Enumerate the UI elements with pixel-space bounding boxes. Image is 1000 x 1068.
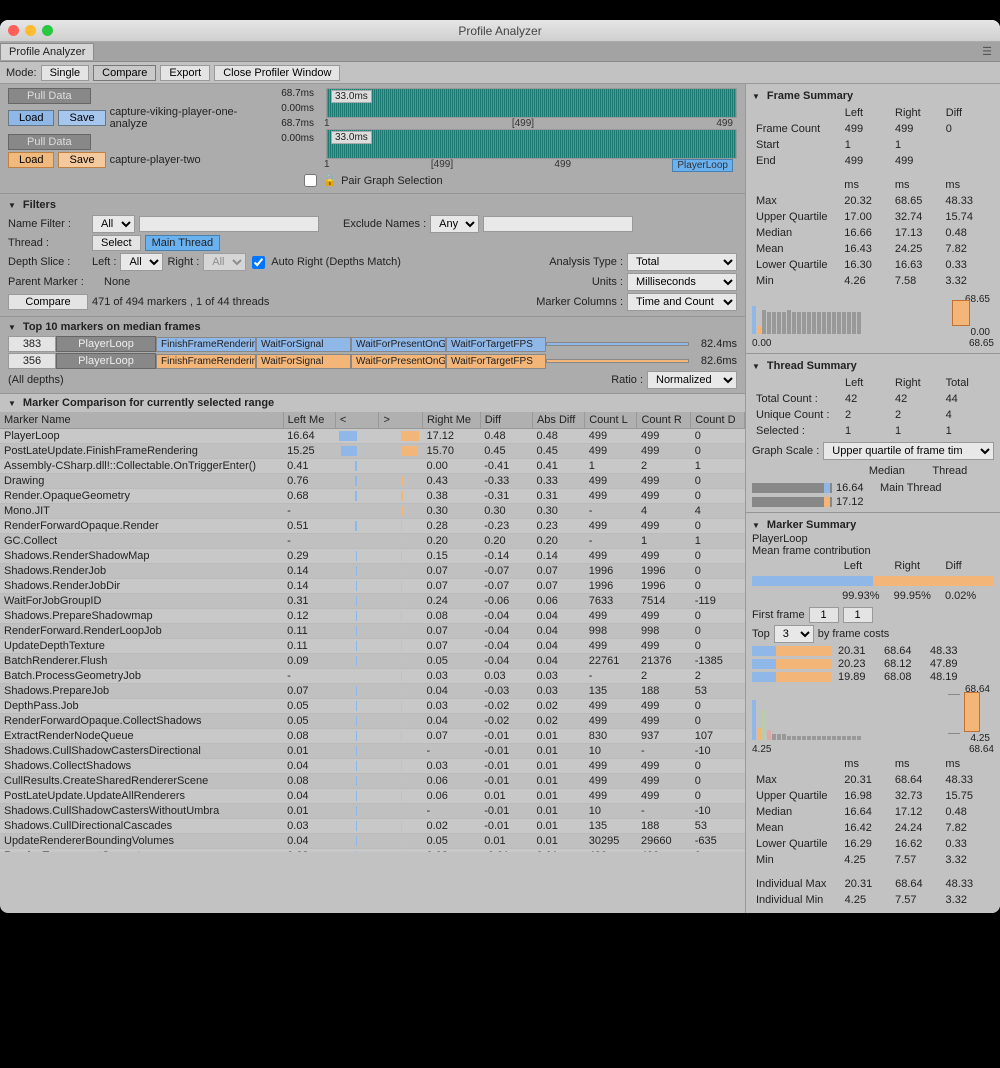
col-header[interactable]: Count R — [637, 412, 691, 429]
table-row[interactable]: GC.Collect- 0.200.200.20-11 — [0, 534, 745, 549]
pull-data-a[interactable]: Pull Data — [8, 88, 91, 104]
mode-label: Mode: — [6, 67, 37, 79]
table-row[interactable]: Render.TransparentGeometry0.03 0.02-0.01… — [0, 849, 745, 853]
col-header[interactable]: Abs Diff — [532, 412, 584, 429]
thread-select[interactable]: Select — [92, 235, 141, 251]
filters-head[interactable]: Filters — [8, 197, 737, 213]
frame-summary-head[interactable]: Frame Summary — [752, 88, 994, 104]
tab-profile-analyzer[interactable]: Profile Analyzer — [0, 43, 94, 60]
first-frame-l[interactable]: 1 — [809, 607, 839, 623]
table-row[interactable]: Shadows.CullShadowCastersDirectional0.01… — [0, 744, 745, 759]
col-header[interactable]: Right Me — [422, 412, 480, 429]
top-markers-panel: Top 10 markers on median frames 383Playe… — [0, 316, 745, 393]
table-row[interactable]: Shadows.CullDirectionalCascades0.03 0.02… — [0, 819, 745, 834]
table-row[interactable]: Assembly-CSharp.dll!::Collectable.OnTrig… — [0, 459, 745, 474]
col-header[interactable]: Count L — [585, 412, 637, 429]
marker-columns[interactable]: Time and Count — [627, 293, 737, 311]
mode-compare[interactable]: Compare — [93, 65, 156, 81]
save-a[interactable]: Save — [58, 110, 105, 126]
load-b[interactable]: Load — [8, 152, 54, 168]
exclude-input[interactable] — [483, 216, 633, 232]
timeline-a[interactable]: 33.0ms — [326, 88, 737, 118]
depth-left[interactable]: All — [120, 253, 163, 271]
units-select[interactable]: Milliseconds — [627, 273, 737, 291]
tab-menu-icon[interactable]: ☰ — [974, 45, 1000, 58]
col-header[interactable]: Left Me — [283, 412, 335, 429]
ratio-select[interactable]: Normalized — [647, 371, 737, 389]
export-button[interactable]: Export — [160, 65, 210, 81]
save-b[interactable]: Save — [58, 152, 105, 168]
table-row[interactable]: RenderForwardOpaque.Render0.51 0.28-0.23… — [0, 519, 745, 534]
table-row[interactable]: PlayerLoop16.64 17.120.480.484994990 — [0, 429, 745, 444]
table-row[interactable]: Shadows.PrepareJob0.07 0.04-0.030.031351… — [0, 684, 745, 699]
marker-comparison-panel: Marker Comparison for currently selected… — [0, 393, 745, 852]
top10-head[interactable]: Top 10 markers on median frames — [8, 319, 737, 335]
table-row[interactable]: PostLateUpdate.UpdateAllRenderers0.04 0.… — [0, 789, 745, 804]
col-header[interactable]: Diff — [480, 412, 532, 429]
capture-a-file: capture-viking-player-one-analyze — [110, 106, 258, 130]
table-row[interactable]: UpdateDepthTexture0.11 0.07-0.040.044994… — [0, 639, 745, 654]
top-n[interactable]: 3 — [774, 625, 814, 643]
side-panel: Frame Summary LeftRightDiffFrame Count49… — [745, 84, 1000, 913]
col-header[interactable]: Marker Name — [0, 412, 283, 429]
pull-data-b[interactable]: Pull Data — [8, 134, 91, 150]
window-title: Profile Analyzer — [0, 24, 1000, 38]
analysis-type[interactable]: Total — [627, 253, 737, 271]
table-row[interactable]: BatchRenderer.Flush0.09 0.05-0.040.04227… — [0, 654, 745, 669]
timeline-b[interactable]: 33.0ms — [326, 129, 737, 159]
table-row[interactable]: Batch.ProcessGeometryJob- 0.030.030.03-2… — [0, 669, 745, 684]
exclude-mode[interactable]: Any — [430, 215, 479, 233]
table-row[interactable]: Shadows.RenderJob0.14 0.07-0.070.0719961… — [0, 564, 745, 579]
app-window: Profile Analyzer Profile Analyzer ☰ Mode… — [0, 20, 1000, 913]
col-header[interactable]: < — [335, 412, 379, 429]
table-row[interactable]: DepthPass.Job0.05 0.03-0.020.024994990 — [0, 699, 745, 714]
table-row[interactable]: Shadows.RenderJobDir0.14 0.07-0.070.0719… — [0, 579, 745, 594]
top10-row[interactable]: 383PlayerLoopFinishFrameRenderingWaitFor… — [8, 336, 737, 352]
compare-button[interactable]: Compare — [8, 294, 88, 310]
titlebar[interactable]: Profile Analyzer — [0, 20, 1000, 42]
depth-right[interactable]: All — [203, 253, 246, 271]
close-profiler-button[interactable]: Close Profiler Window — [214, 65, 340, 81]
thread-badge[interactable]: Main Thread — [145, 235, 221, 251]
table-row[interactable]: Shadows.RenderShadowMap0.29 0.15-0.140.1… — [0, 549, 745, 564]
name-filter-input[interactable] — [139, 216, 319, 232]
mode-single[interactable]: Single — [41, 65, 90, 81]
thread-summary-head[interactable]: Thread Summary — [752, 358, 994, 374]
col-header[interactable]: > — [379, 412, 423, 429]
table-row[interactable]: RenderForward.RenderLoopJob0.11 0.07-0.0… — [0, 624, 745, 639]
col-header[interactable]: Count D — [691, 412, 745, 429]
captures-panel: Pull Data Load Save capture-viking-playe… — [0, 84, 745, 193]
table-row[interactable]: UpdateRendererBoundingVolumes0.04 0.050.… — [0, 834, 745, 849]
table-row[interactable]: Shadows.CollectShadows0.04 0.03-0.010.01… — [0, 759, 745, 774]
graph-scale[interactable]: Upper quartile of frame tim — [823, 442, 994, 460]
lock-icon: 🔒 — [323, 174, 337, 187]
first-frame-r[interactable]: 1 — [843, 607, 873, 623]
table-row[interactable]: CullResults.CreateSharedRendererScene0.0… — [0, 774, 745, 789]
table-row[interactable]: PostLateUpdate.FinishFrameRendering15.25… — [0, 444, 745, 459]
table-row[interactable]: Mono.JIT- 0.300.300.30-44 — [0, 504, 745, 519]
capture-b-file: capture-player-two — [110, 154, 201, 166]
table-row[interactable]: ExtractRenderNodeQueue0.08 0.07-0.010.01… — [0, 729, 745, 744]
table-row[interactable]: Drawing0.76 0.43-0.330.334994990 — [0, 474, 745, 489]
load-a[interactable]: Load — [8, 110, 54, 126]
table-row[interactable]: Shadows.PrepareShadowmap0.12 0.08-0.040.… — [0, 609, 745, 624]
table-row[interactable]: Shadows.CullShadowCastersWithoutUmbra0.0… — [0, 804, 745, 819]
pair-graph-check[interactable] — [304, 174, 317, 187]
playerloop-badge: PlayerLoop — [672, 159, 733, 172]
editor-tabbar: Profile Analyzer ☰ — [0, 42, 1000, 62]
table-row[interactable]: RenderForwardOpaque.CollectShadows0.05 0… — [0, 714, 745, 729]
name-filter-mode[interactable]: All — [92, 215, 135, 233]
pair-graph-label: Pair Graph Selection — [341, 175, 443, 187]
marker-summary-head[interactable]: Marker Summary — [752, 517, 994, 533]
top10-row[interactable]: 356PlayerLoopFinishFrameRenderingWaitFor… — [8, 353, 737, 369]
filters-panel: Filters Name Filter : All Exclude Names … — [0, 193, 745, 316]
marker-table[interactable]: Marker NameLeft Me<>Right MeDiffAbs Diff… — [0, 412, 745, 852]
table-row[interactable]: WaitForJobGroupID0.31 0.24-0.060.0676337… — [0, 594, 745, 609]
mode-bar: Mode: Single Compare Export Close Profil… — [0, 62, 1000, 84]
auto-right-check[interactable] — [252, 256, 265, 269]
table-row[interactable]: Render.OpaqueGeometry0.68 0.38-0.310.314… — [0, 489, 745, 504]
